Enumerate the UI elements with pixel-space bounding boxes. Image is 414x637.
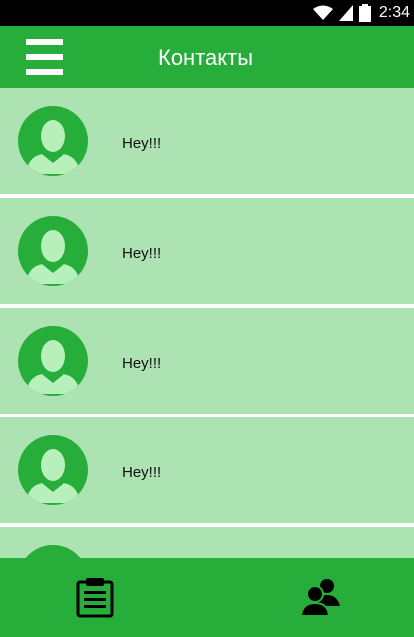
wifi-icon bbox=[312, 5, 333, 21]
signal-icon bbox=[338, 5, 353, 21]
avatar-icon bbox=[18, 435, 88, 505]
list-item[interactable]: Hey!!! bbox=[0, 308, 414, 414]
contacts-icon bbox=[299, 579, 340, 617]
avatar-icon bbox=[18, 326, 88, 396]
avatar-icon bbox=[18, 106, 88, 176]
list-item[interactable]: Hey!!! bbox=[0, 88, 414, 194]
menu-icon-bar bbox=[26, 54, 63, 60]
menu-button[interactable] bbox=[26, 39, 63, 75]
status-bar: 2:34 bbox=[0, 0, 414, 26]
contact-message: Hey!!! bbox=[122, 464, 162, 481]
battery-icon bbox=[358, 4, 371, 22]
list-item[interactable]: Hey!!! bbox=[0, 198, 414, 304]
bottom-nav bbox=[0, 558, 414, 637]
contact-message: Hey!!! bbox=[122, 135, 162, 152]
status-time: 2:34 bbox=[378, 4, 410, 21]
menu-icon-bar bbox=[26, 39, 63, 45]
clipboard-button[interactable] bbox=[74, 576, 116, 618]
contacts-button[interactable] bbox=[299, 576, 342, 618]
page-title: Контакты bbox=[158, 45, 254, 70]
avatar-icon bbox=[25, 545, 81, 558]
contact-list[interactable]: Hey!!! Hey!!! Hey!!! Hey!!! bbox=[0, 88, 414, 558]
list-item[interactable] bbox=[0, 527, 414, 558]
avatar-icon bbox=[18, 216, 88, 286]
contact-message: Hey!!! bbox=[122, 355, 162, 372]
list-item[interactable]: Hey!!! bbox=[0, 417, 414, 523]
contact-message: Hey!!! bbox=[122, 245, 162, 262]
menu-icon-bar bbox=[26, 69, 63, 75]
app-bar: Контакты bbox=[0, 26, 414, 88]
clipboard-icon bbox=[76, 578, 114, 618]
